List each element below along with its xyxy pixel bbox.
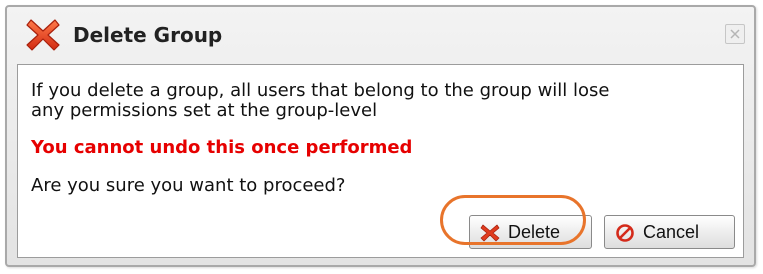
dialog-titlebar: Delete Group <box>7 7 754 63</box>
close-button[interactable] <box>725 24 745 44</box>
red-x-icon <box>480 223 500 243</box>
no-entry-icon <box>615 223 635 243</box>
red-x-icon <box>25 17 61 53</box>
warning-text: You cannot undo this once performed <box>31 137 413 158</box>
dialog-content: If you delete a group, all users that be… <box>17 64 744 258</box>
message-line-2: any permissions set at the group-level <box>31 100 378 121</box>
cancel-button[interactable]: Cancel <box>604 215 735 249</box>
message-line-1: If you delete a group, all users that be… <box>31 80 610 101</box>
cancel-button-label: Cancel <box>643 222 700 242</box>
delete-button-label: Delete <box>508 222 561 242</box>
confirm-question: Are you sure you want to proceed? <box>31 175 346 196</box>
dialog-title: Delete Group <box>73 23 223 47</box>
delete-group-dialog: Delete Group If you delete a group, all … <box>5 5 756 267</box>
delete-button[interactable]: Delete <box>469 215 592 249</box>
close-icon <box>730 29 740 39</box>
